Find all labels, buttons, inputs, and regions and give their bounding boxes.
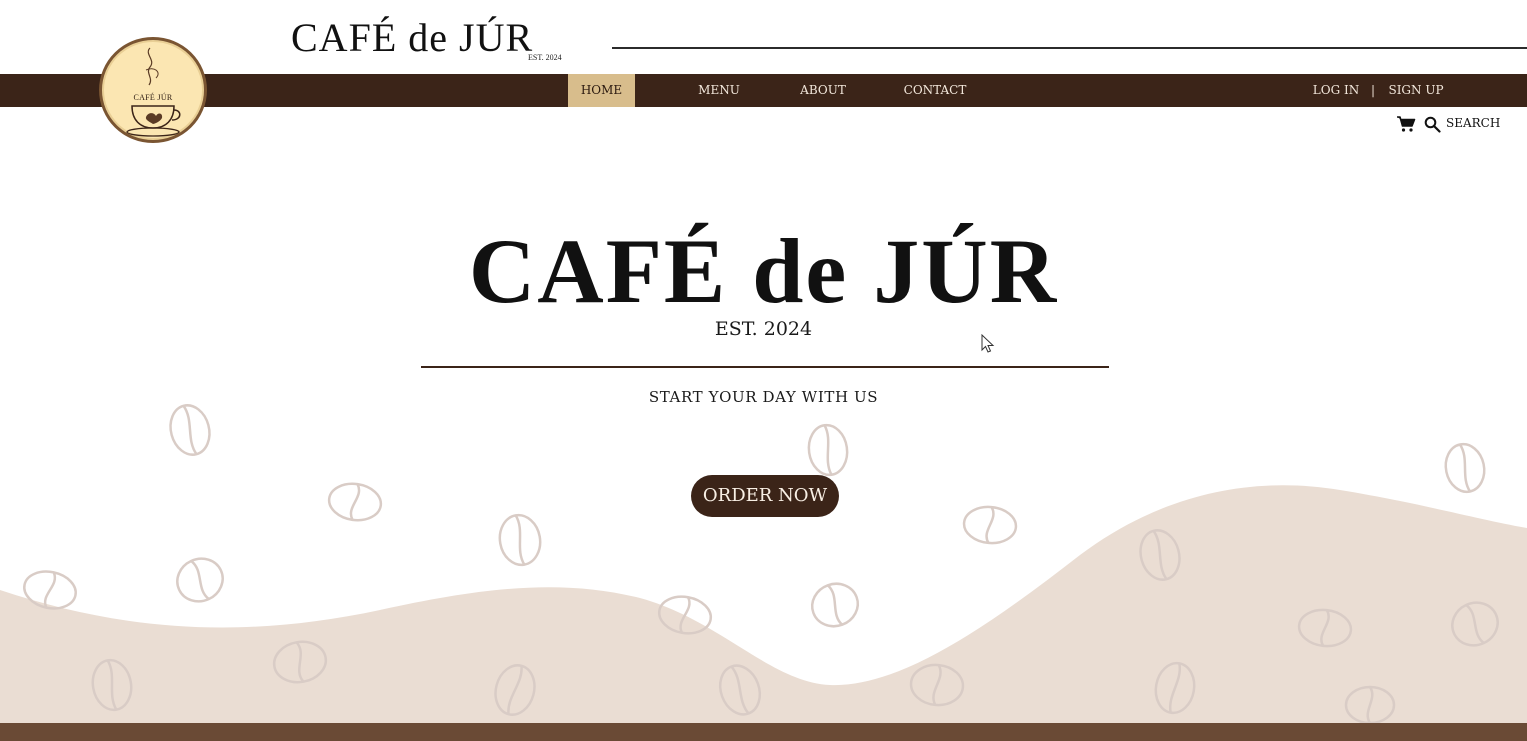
coffee-bean-icon: [807, 423, 849, 477]
search-icon[interactable]: [1424, 116, 1441, 133]
header-divider: [612, 47, 1527, 49]
coffee-bean-icon: [498, 513, 542, 567]
nav-menu[interactable]: MENU: [690, 74, 748, 107]
signup-link[interactable]: SIGN UP: [1386, 74, 1446, 107]
hero-tagline: START YOUR DAY WITH US: [648, 388, 879, 406]
nav-home[interactable]: HOME: [568, 74, 635, 107]
brand-est-label: EST. 2024: [528, 53, 562, 62]
order-now-button[interactable]: ORDER NOW: [691, 475, 839, 517]
coffee-bean-background: [0, 404, 1527, 741]
mouse-cursor-icon: [981, 334, 995, 353]
nav-contact[interactable]: CONTACT: [900, 74, 970, 107]
hero-est: EST. 2024: [714, 318, 813, 340]
coffee-bean-icon: [327, 482, 383, 522]
coffee-bean-icon: [962, 505, 1018, 545]
hero-title: CAFÉ de JÚR: [468, 220, 1059, 322]
coffee-cup-icon: [126, 47, 181, 137]
logo-text: CAFÉ JÚR: [133, 93, 173, 102]
brand-wordmark[interactable]: CAFÉ de JÚR: [291, 14, 533, 61]
coffee-bean-icon: [1444, 442, 1486, 494]
nav-separator: |: [1370, 83, 1376, 97]
coffee-bean-icon: [810, 582, 860, 628]
coffee-bean-icon: [169, 404, 211, 456]
coffee-bean-icon: [176, 557, 224, 603]
search-link[interactable]: SEARCH: [1446, 116, 1500, 130]
login-link[interactable]: LOG IN: [1310, 74, 1362, 107]
main-navbar: HOME MENU ABOUT CONTACT LOG IN | SIGN UP: [0, 74, 1527, 107]
nav-about[interactable]: ABOUT: [795, 74, 851, 107]
cart-icon[interactable]: [1396, 115, 1416, 133]
footer-bar: [0, 723, 1527, 741]
hero-divider: [421, 366, 1109, 368]
cafe-logo[interactable]: CAFÉ JÚR: [99, 37, 207, 143]
